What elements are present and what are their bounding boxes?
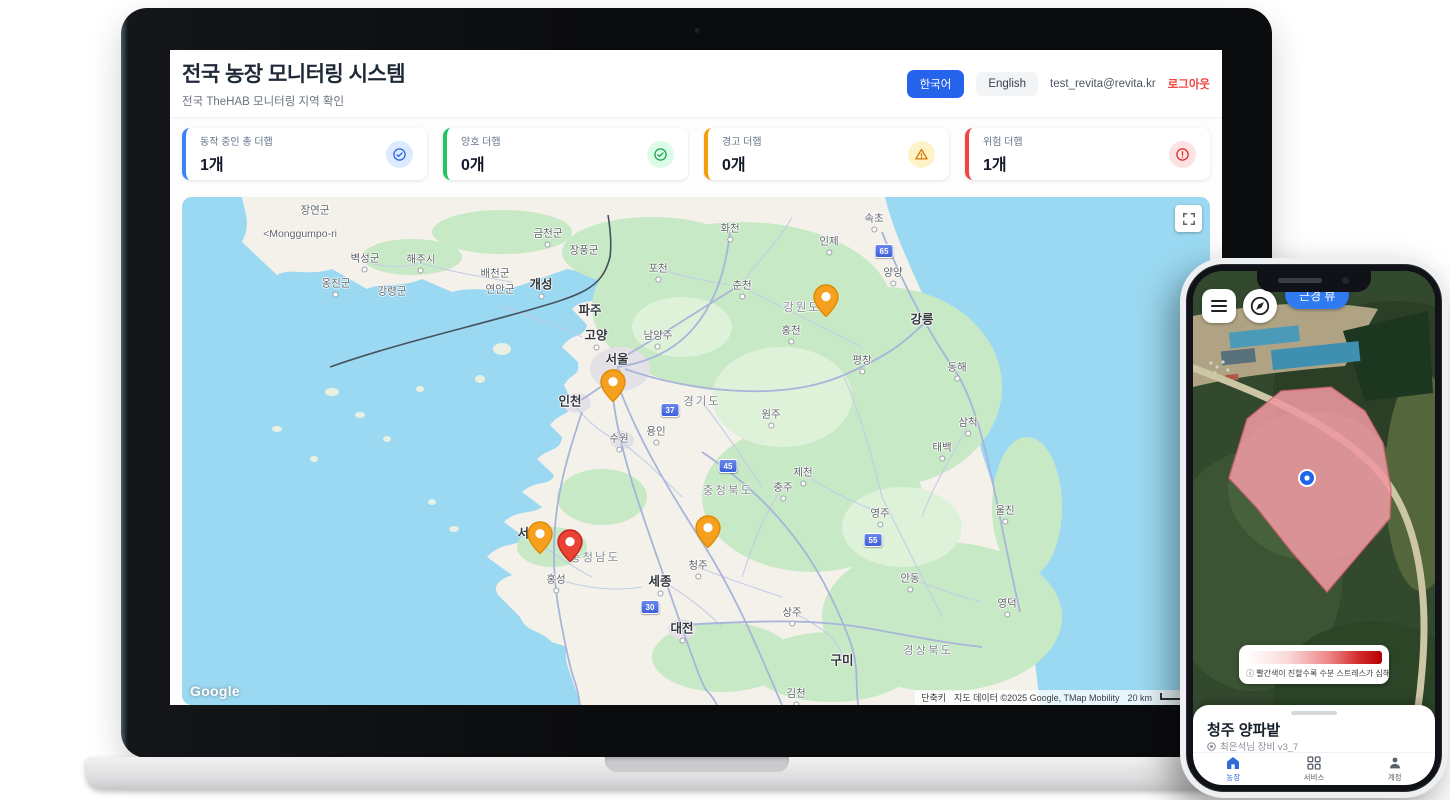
warning-triangle-icon — [908, 141, 935, 168]
map-attribution: 단축키 지도 데이터 ©2025 Google, TMap Mobility 2… — [915, 690, 1210, 705]
stat-label: 경고 더햅 — [722, 133, 762, 148]
check-circle-icon — [386, 141, 413, 168]
laptop-base — [86, 757, 1308, 789]
english-language-button[interactable]: English — [976, 72, 1038, 96]
stat-value: 0개 — [722, 151, 762, 175]
farm-marker-orange[interactable] — [527, 521, 553, 554]
stat-label: 동작 중인 총 더햅 — [200, 133, 273, 148]
stat-card-danger: 위험 더햅 1개 — [965, 128, 1210, 180]
nav-item-farm[interactable]: 농장 — [1193, 753, 1274, 785]
farm-bottom-sheet: 청주 양파밭 최은석님 장비 v3_7 농장 서비스 — [1193, 705, 1435, 785]
check-circle-icon — [647, 141, 674, 168]
grid-icon — [1306, 755, 1322, 771]
korea-map[interactable]: 장연군<Monggumpo-ri벽성군해주시옹진군강령군배천군연안군금천군장풍군… — [182, 197, 1210, 705]
stat-card-active: 동작 중인 총 더햅 1개 — [182, 128, 427, 180]
phone-speaker — [1278, 278, 1322, 283]
korean-language-button[interactable]: 한국어 — [907, 70, 965, 98]
compass-button[interactable] — [1243, 289, 1277, 323]
dashboard-screen: 전국 농장 모니터링 시스템 전국 TheHAB 모니터링 지역 확인 한국어 … — [170, 50, 1222, 705]
alert-circle-icon — [1169, 141, 1196, 168]
stat-value: 1개 — [200, 151, 273, 175]
nav-item-services[interactable]: 서비스 — [1274, 753, 1355, 785]
home-icon — [1225, 755, 1241, 771]
stat-label: 양호 더햅 — [461, 133, 501, 148]
map-scale-label: 20 km — [1127, 693, 1152, 703]
person-icon — [1387, 755, 1403, 771]
dashboard-header: 전국 농장 모니터링 시스템 전국 TheHAB 모니터링 지역 확인 한국어 … — [170, 50, 1222, 118]
phone-bottom-nav: 농장 서비스 계정 — [1193, 752, 1435, 785]
phone-camera — [1342, 277, 1349, 284]
device-location-dot — [1298, 469, 1316, 487]
nav-item-account[interactable]: 계정 — [1354, 753, 1435, 785]
stat-value: 1개 — [983, 151, 1023, 175]
laptop-lid-notch — [605, 757, 789, 772]
farm-device-info: 최은석님 장비 v3_7 — [1207, 739, 1298, 753]
farm-marker-orange[interactable] — [695, 515, 721, 548]
google-logo: Google — [190, 683, 240, 699]
farm-marker-red[interactable] — [557, 529, 583, 562]
phone-screen: 근경 뷰 ⓘ 빨간색이 진할수록 수분 스트레스가 심해요. 청주 양파밭 최은… — [1193, 271, 1435, 785]
moisture-gradient-bar — [1246, 651, 1382, 664]
moisture-legend: ⓘ 빨간색이 진할수록 수분 스트레스가 심해요. — [1239, 645, 1389, 684]
page-title: 전국 농장 모니터링 시스템 — [182, 58, 405, 88]
menu-button[interactable] — [1202, 289, 1236, 323]
stats-row: 동작 중인 총 더햅 1개 양호 더햅 0개 경고 더햅 — [182, 128, 1210, 180]
fullscreen-button[interactable] — [1175, 205, 1202, 232]
stage: 전국 농장 모니터링 시스템 전국 TheHAB 모니터링 지역 확인 한국어 … — [0, 0, 1450, 800]
stat-card-good: 양호 더햅 0개 — [443, 128, 688, 180]
phone-frame: 근경 뷰 ⓘ 빨간색이 진할수록 수분 스트레스가 심해요. 청주 양파밭 최은… — [1180, 258, 1448, 798]
farm-title: 청주 양파밭 — [1207, 719, 1280, 740]
stat-label: 위험 더햅 — [983, 133, 1023, 148]
laptop-webcam — [694, 28, 699, 33]
user-email: test_revita@revita.kr — [1050, 78, 1156, 90]
map-shortcuts-link[interactable]: 단축키 — [921, 691, 946, 704]
stat-value: 0개 — [461, 151, 501, 175]
map-data-credit: 지도 데이터 ©2025 Google, TMap Mobility — [954, 691, 1119, 704]
map-terrain — [182, 197, 1210, 705]
logout-button[interactable]: 로그아웃 — [1168, 76, 1210, 92]
stat-card-warning: 경고 더햅 0개 — [704, 128, 949, 180]
drag-handle[interactable] — [1291, 711, 1337, 715]
farm-marker-orange[interactable] — [600, 369, 626, 402]
phone-notch — [1257, 271, 1371, 292]
device-icon — [1207, 742, 1216, 751]
farm-marker-orange[interactable] — [813, 284, 839, 317]
moisture-legend-text: ⓘ 빨간색이 진할수록 수분 스트레스가 심해요. — [1246, 668, 1382, 679]
page-subtitle: 전국 TheHAB 모니터링 지역 확인 — [182, 93, 405, 109]
